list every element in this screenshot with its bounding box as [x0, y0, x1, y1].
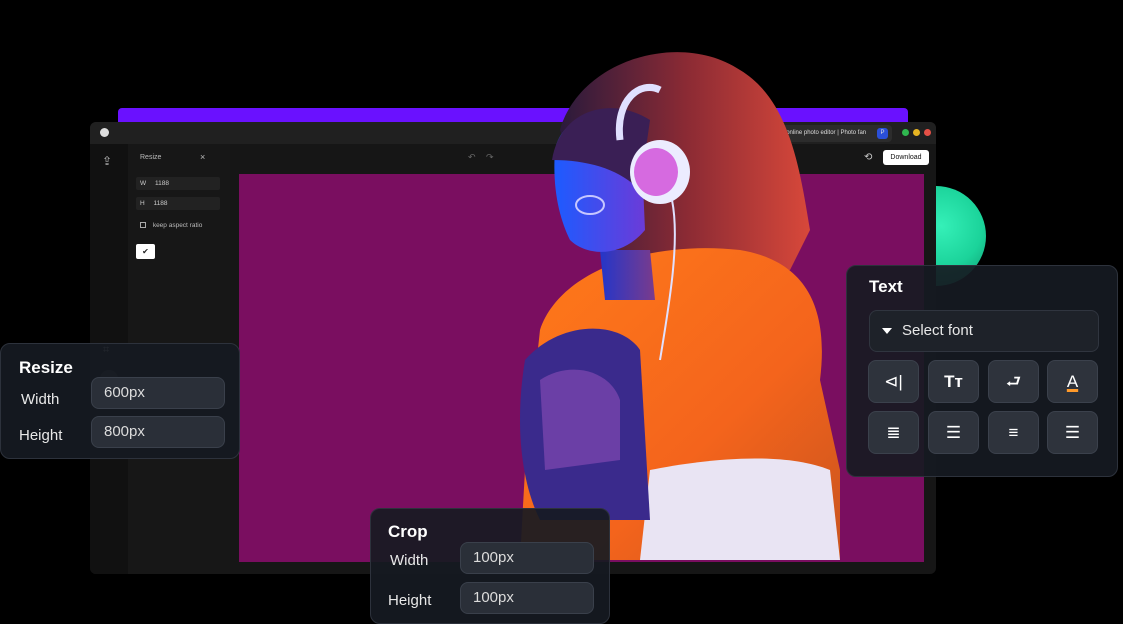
height-field[interactable]: H 1188	[136, 197, 220, 210]
redo-icon[interactable]: ↷	[486, 152, 494, 163]
height-field-label: H	[140, 200, 145, 207]
text-direction-icon[interactable]: ⊲|	[868, 360, 919, 403]
resize-width-input[interactable]: 600px	[91, 377, 225, 409]
height-field-value: 1188	[153, 200, 168, 207]
window-minimize-button[interactable]	[913, 129, 920, 136]
align-justify-icon[interactable]: ≣	[868, 411, 919, 454]
browser-tab[interactable]: × online photo editor | Photo fan P	[772, 125, 892, 142]
caret-down-icon	[882, 328, 892, 334]
width-field-label: W	[140, 180, 147, 187]
tab-title: online photo editor | Photo fan	[786, 130, 867, 136]
history-icon[interactable]: ⟲	[864, 152, 872, 163]
resize-width-label: Width	[21, 391, 60, 408]
crop-height-input[interactable]: 100px	[460, 582, 594, 614]
tab-close-icon[interactable]: ×	[778, 130, 782, 136]
checkbox-icon[interactable]	[140, 222, 146, 229]
align-center-icon[interactable]: ≡	[988, 411, 1039, 454]
crop-width-input[interactable]: 100px	[460, 542, 594, 574]
text-card-title: Text	[869, 277, 903, 296]
window-titlebar: × online photo editor | Photo fan P	[90, 122, 936, 144]
align-left-icon[interactable]: ☰	[928, 411, 979, 454]
app-logo-icon	[100, 128, 109, 137]
resize-card-title: Resize	[19, 358, 73, 377]
aspect-ratio-checkbox[interactable]: keep aspect ratio	[140, 222, 202, 229]
close-icon[interactable]: ×	[200, 152, 205, 162]
upload-icon[interactable]: ⇪	[102, 154, 116, 168]
width-field[interactable]: W 1188	[136, 177, 220, 190]
crop-card: Crop Width 100px Height 100px	[370, 508, 610, 624]
panel-title: Resize	[140, 154, 162, 161]
window-close-button[interactable]	[924, 129, 931, 136]
text-color-icon[interactable]: A	[1047, 360, 1098, 403]
align-right-icon[interactable]: ☰	[1047, 411, 1098, 454]
font-select-dropdown[interactable]: Select font	[869, 310, 1099, 352]
crop-card-title: Crop	[388, 522, 428, 541]
crop-height-label: Height	[388, 592, 432, 609]
resize-height-input[interactable]: 800px	[91, 416, 225, 448]
resize-card: Resize Width 600px Height 800px	[0, 343, 240, 459]
width-field-value: 1188	[154, 180, 169, 187]
undo-icon[interactable]: ↶	[468, 152, 476, 163]
text-wrap-icon[interactable]: ⮐	[988, 360, 1039, 403]
text-size-icon[interactable]: Tт	[928, 360, 979, 403]
text-card: Text Select font ⊲| Tт ⮐ A ≣ ☰ ≡ ☰	[846, 265, 1118, 477]
crop-width-label: Width	[390, 552, 429, 569]
apply-button[interactable]: ✔	[136, 244, 155, 259]
image-canvas[interactable]	[239, 174, 924, 562]
download-button[interactable]: Download	[883, 150, 929, 165]
resize-height-label: Height	[19, 427, 63, 444]
font-select-label: Select font	[902, 322, 973, 339]
profile-badge-icon[interactable]: P	[877, 128, 888, 139]
window-maximize-button[interactable]	[902, 129, 909, 136]
aspect-ratio-label: keep aspect ratio	[152, 222, 203, 229]
